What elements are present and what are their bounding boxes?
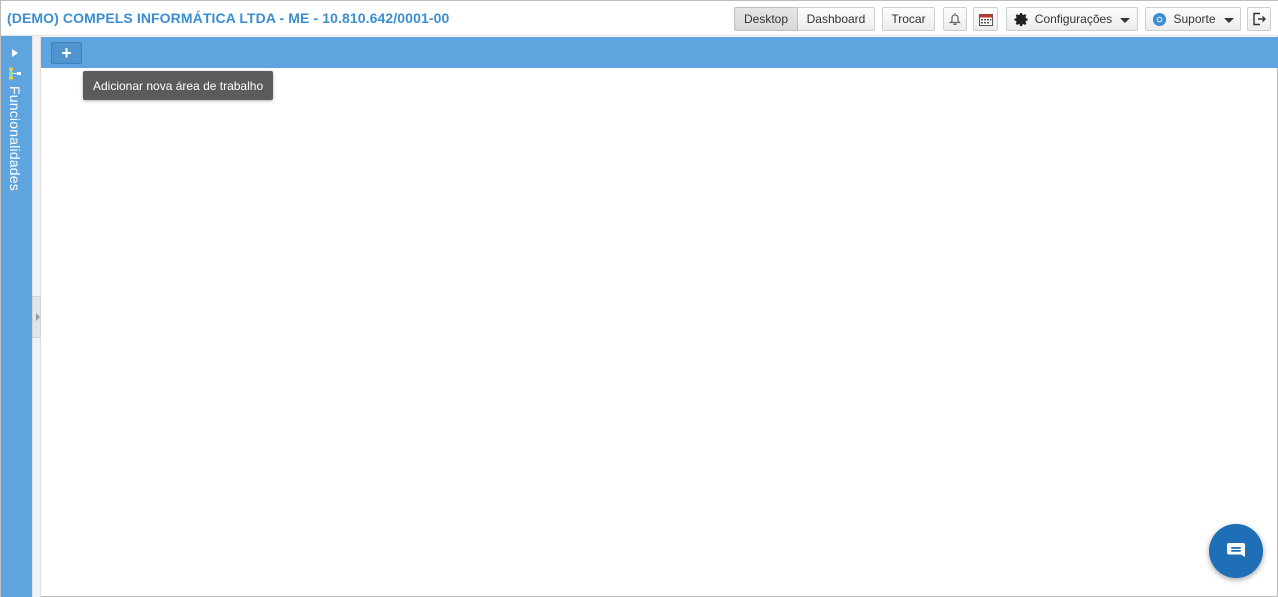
add-workspace-button[interactable]: + <box>51 42 82 64</box>
workspace-area <box>42 68 1278 597</box>
logout-icon <box>1252 12 1266 26</box>
logout-button[interactable] <box>1247 7 1271 31</box>
switch-button[interactable]: Trocar <box>882 7 935 31</box>
sitemap-icon <box>8 67 22 85</box>
calendar-button[interactable] <box>973 7 998 31</box>
chat-button[interactable] <box>1209 524 1263 578</box>
desktop-view-button[interactable]: Desktop <box>734 7 798 31</box>
company-title: (DEMO) COMPELS INFORMÁTICA LTDA - ME - 1… <box>7 10 450 26</box>
support-dropdown[interactable]: Suporte <box>1145 7 1241 31</box>
calendar-icon <box>978 13 993 26</box>
features-sidebar[interactable]: Funcionalidades <box>1 36 32 597</box>
workspace-tab-bar: + <box>41 37 1278 68</box>
chevron-right-icon <box>36 313 40 321</box>
support-label: Suporte <box>1173 12 1216 26</box>
chevron-down-icon <box>1223 17 1234 23</box>
settings-label: Configurações <box>1034 12 1113 26</box>
sidebar-title: Funcionalidades <box>7 86 23 191</box>
gear-icon <box>1014 12 1029 27</box>
notifications-button[interactable] <box>943 7 967 31</box>
chevron-down-icon <box>1120 17 1131 23</box>
settings-dropdown[interactable]: Configurações <box>1006 7 1138 31</box>
support-icon <box>1152 12 1167 27</box>
expand-sidebar-icon[interactable] <box>12 49 18 57</box>
plus-icon: + <box>61 43 72 63</box>
chat-icon <box>1225 541 1247 561</box>
bell-icon <box>949 12 961 26</box>
top-header: (DEMO) COMPELS INFORMÁTICA LTDA - ME - 1… <box>1 1 1278 36</box>
splitter-handle[interactable] <box>32 296 41 338</box>
dashboard-view-button[interactable]: Dashboard <box>798 7 875 31</box>
